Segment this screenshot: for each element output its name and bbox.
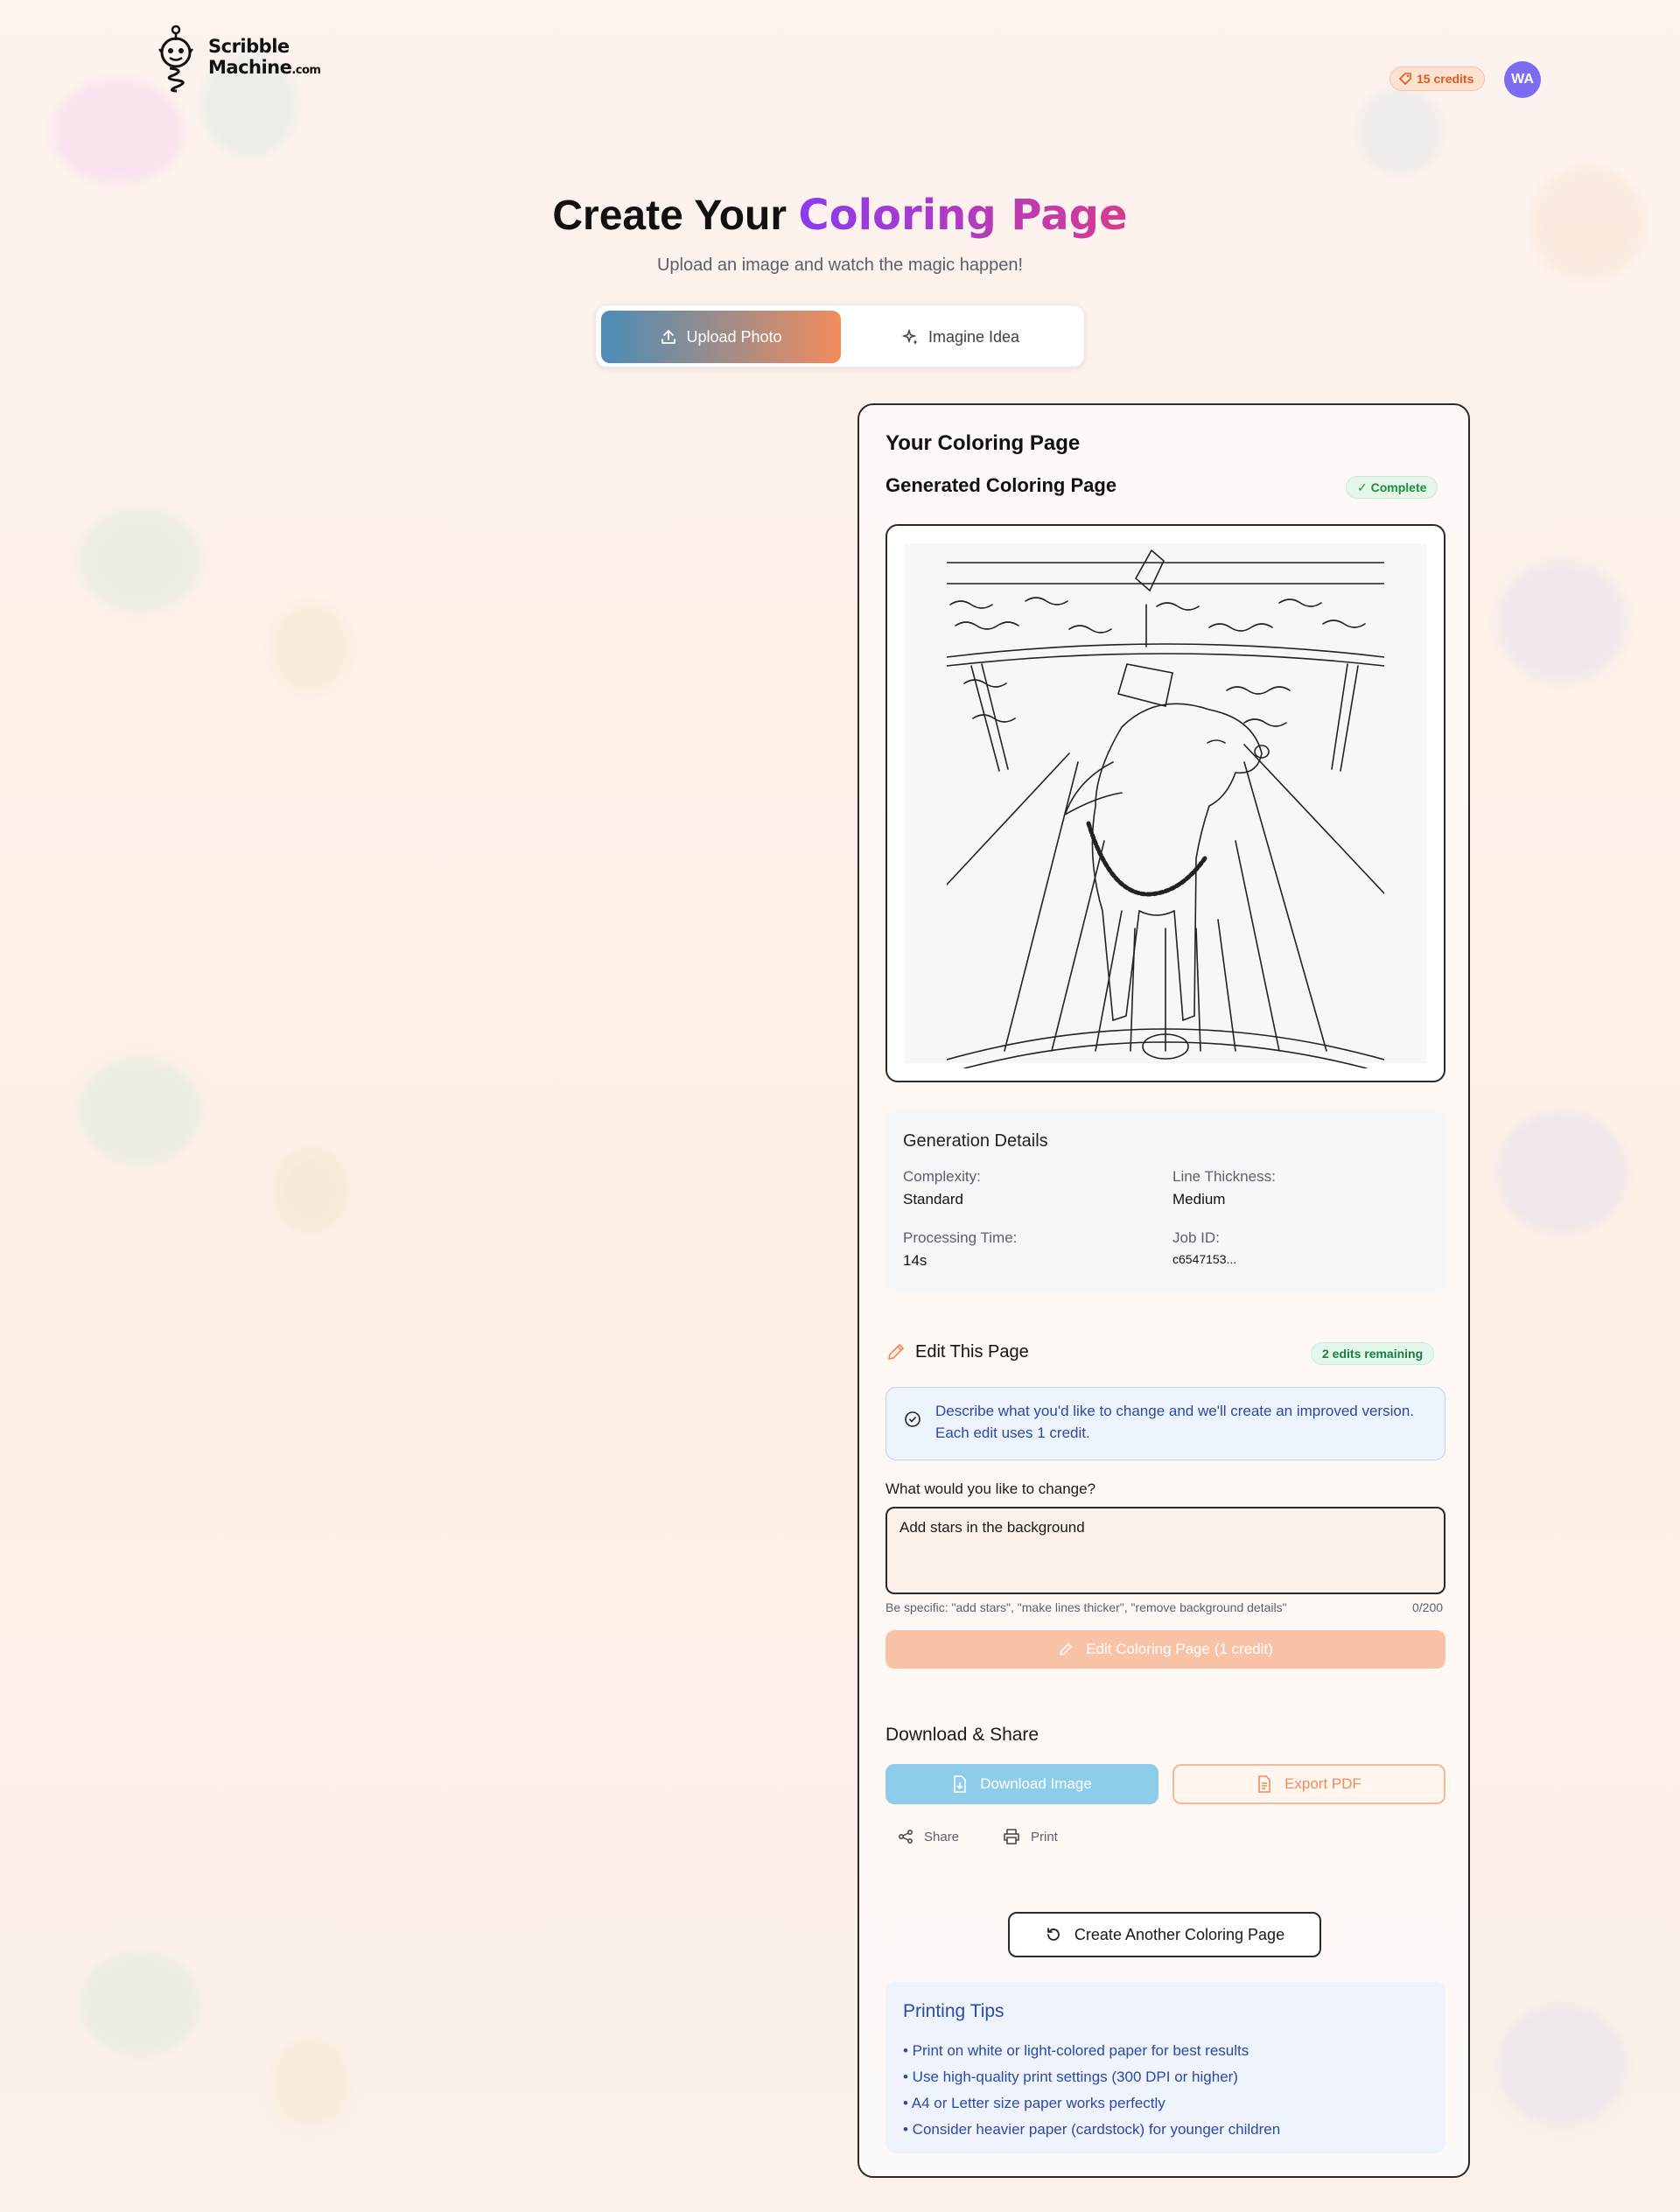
mode-toggle: Upload Photo Imagine Idea bbox=[595, 304, 1085, 368]
coloring-page-preview[interactable] bbox=[886, 524, 1446, 1082]
decorative-blob bbox=[271, 2039, 350, 2126]
info-circle-icon bbox=[905, 1411, 920, 1427]
character-count: 0/200 bbox=[1412, 1600, 1444, 1614]
printing-tips: Printing Tips • Print on white or light-… bbox=[886, 1982, 1446, 2153]
logo-line-1: Scribble bbox=[208, 36, 290, 57]
tips-title: Printing Tips bbox=[903, 2001, 1004, 2021]
decorative-blob bbox=[1496, 1111, 1628, 1234]
generation-details: Generation Details Complexity: Standard … bbox=[886, 1110, 1446, 1291]
upload-photo-label: Upload Photo bbox=[686, 327, 782, 346]
imagine-idea-label: Imagine Idea bbox=[928, 327, 1020, 346]
detail-label: Processing Time: bbox=[903, 1229, 1018, 1246]
detail-value: Standard bbox=[903, 1191, 963, 1208]
detail-complexity: Complexity: Standard bbox=[903, 1168, 981, 1208]
print-label: Print bbox=[1031, 1829, 1058, 1844]
detail-label: Complexity: bbox=[903, 1168, 981, 1185]
pdf-file-icon bbox=[1258, 1775, 1270, 1793]
credits-count: 15 credits bbox=[1417, 72, 1474, 86]
edit-coloring-page-button[interactable]: Edit Coloring Page (1 credit) bbox=[886, 1630, 1446, 1669]
edit-info-text: Describe what you'd like to change and w… bbox=[935, 1403, 1415, 1441]
detail-label: Job ID: bbox=[1172, 1229, 1220, 1246]
decorative-blob bbox=[271, 1146, 350, 1234]
tip-item: • Consider heavier paper (cardstock) for… bbox=[903, 2121, 1281, 2138]
edit-info-box: Describe what you'd like to change and w… bbox=[886, 1387, 1446, 1460]
card-title: Your Coloring Page bbox=[886, 431, 1081, 455]
tip-item: • Print on white or light-colored paper … bbox=[903, 2042, 1250, 2059]
print-icon bbox=[1004, 1829, 1019, 1844]
decorative-blob bbox=[79, 1059, 201, 1164]
page-title: Create Your Coloring Page bbox=[0, 191, 1680, 240]
edit-field-label: What would you like to change? bbox=[886, 1480, 1096, 1497]
page-subtitle: Upload an image and watch the magic happ… bbox=[656, 256, 1024, 275]
detail-processing-time: Processing Time: 14s bbox=[903, 1229, 1017, 1270]
coloring-page-image bbox=[947, 549, 1384, 1068]
print-button[interactable]: Print bbox=[1003, 1829, 1058, 1844]
share-label: Share bbox=[924, 1829, 960, 1844]
sparkles-icon bbox=[901, 328, 918, 345]
create-another-label: Create Another Coloring Page bbox=[1074, 1925, 1285, 1943]
user-avatar[interactable]: WA bbox=[1504, 61, 1541, 98]
detail-label: Line Thickness: bbox=[1172, 1168, 1276, 1185]
edit-button-label: Edit Coloring Page (1 credit) bbox=[1086, 1641, 1273, 1657]
tip-item: • Use high-quality print settings (300 D… bbox=[903, 2068, 1238, 2085]
download-image-button[interactable]: Download Image bbox=[886, 1764, 1158, 1804]
tips-list: • Print on white or light-colored paper … bbox=[903, 2038, 1280, 2143]
result-card: Your Coloring Page Generated Coloring Pa… bbox=[858, 403, 1470, 2178]
download-section-title: Download & Share bbox=[886, 1725, 1040, 1745]
credits-tag-icon bbox=[1399, 73, 1411, 85]
download-file-icon bbox=[954, 1775, 967, 1793]
pencil-icon bbox=[1060, 1643, 1072, 1656]
detail-value: Medium bbox=[1172, 1191, 1226, 1208]
logo-domain: .com bbox=[291, 64, 321, 77]
detail-job-id: Job ID: c6547153... bbox=[1172, 1229, 1236, 1266]
logo-wordmark: Scribble Machine.com bbox=[208, 36, 321, 81]
tip-item: • A4 or Letter size paper works perfectl… bbox=[903, 2095, 1166, 2111]
decorative-blob bbox=[1356, 88, 1444, 175]
details-title: Generation Details bbox=[903, 1131, 1048, 1151]
edits-remaining-badge: 2 edits remaining bbox=[1311, 1342, 1435, 1365]
create-another-button[interactable]: Create Another Coloring Page bbox=[1008, 1912, 1321, 1957]
site-logo[interactable]: Scribble Machine.com bbox=[149, 24, 321, 93]
generated-title: Generated Coloring Page bbox=[886, 474, 1117, 496]
decorative-blob bbox=[271, 604, 350, 691]
logo-line-2: Machine bbox=[208, 57, 292, 78]
download-image-label: Download Image bbox=[980, 1775, 1092, 1792]
credits-badge[interactable]: 15 credits bbox=[1390, 66, 1486, 91]
detail-line-thickness: Line Thickness: Medium bbox=[1172, 1168, 1276, 1208]
detail-value: 14s bbox=[903, 1252, 928, 1269]
export-pdf-label: Export PDF bbox=[1284, 1775, 1362, 1792]
status-badge: ✓ Complete bbox=[1346, 476, 1438, 499]
imagine-idea-tab[interactable]: Imagine Idea bbox=[841, 311, 1081, 363]
decorative-blob bbox=[79, 508, 201, 612]
refresh-icon bbox=[1047, 1928, 1060, 1941]
upload-icon bbox=[662, 330, 676, 344]
page-title-plain: Create Your bbox=[552, 192, 799, 239]
upload-photo-tab[interactable]: Upload Photo bbox=[601, 311, 841, 363]
pencil-icon bbox=[888, 1344, 904, 1360]
edit-section-header: Edit This Page bbox=[886, 1341, 1029, 1362]
share-button[interactable]: Share bbox=[898, 1829, 959, 1844]
decorative-blob bbox=[52, 79, 184, 184]
logo-robot-icon bbox=[158, 24, 193, 93]
edit-section-title: Edit This Page bbox=[915, 1341, 1029, 1362]
decorative-blob bbox=[79, 1951, 201, 2056]
decorative-blob bbox=[1496, 2004, 1628, 2126]
export-pdf-button[interactable]: Export PDF bbox=[1172, 1764, 1446, 1804]
detail-value: c6547153... bbox=[1172, 1252, 1237, 1266]
share-icon bbox=[899, 1830, 913, 1844]
edit-request-input[interactable]: Add stars in the background bbox=[886, 1507, 1446, 1594]
decorative-blob bbox=[1496, 560, 1628, 682]
edit-hint: Be specific: "add stars", "make lines th… bbox=[886, 1600, 1287, 1614]
page-title-accent: Coloring Page bbox=[798, 191, 1128, 240]
